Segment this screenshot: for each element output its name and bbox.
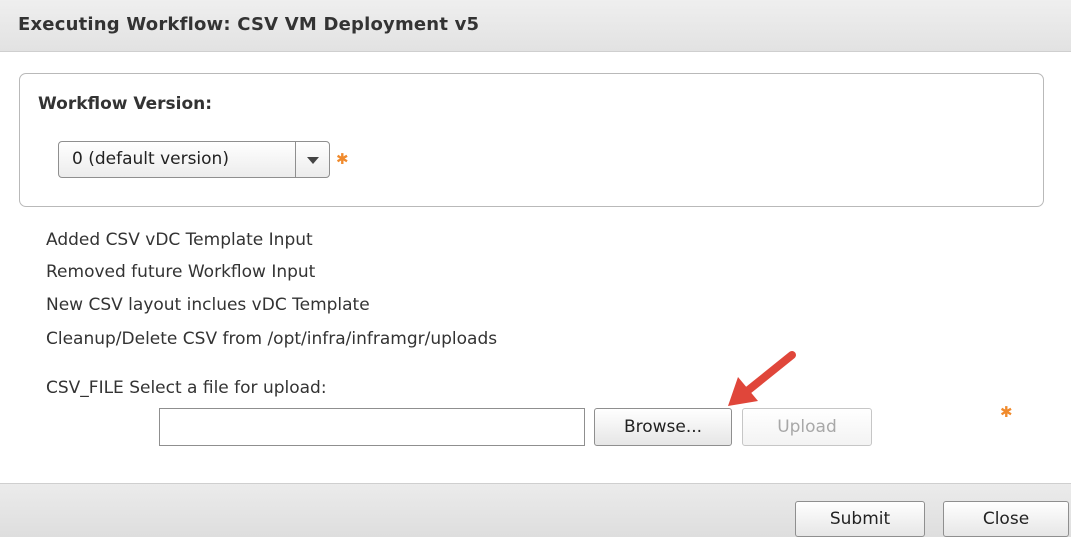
dialog-footer: Submit Close <box>0 483 1071 537</box>
close-button[interactable]: Close <box>943 501 1069 537</box>
browse-button[interactable]: Browse... <box>594 408 732 446</box>
submit-button[interactable]: Submit <box>795 501 925 537</box>
csv-file-label: CSV_FILE Select a file for upload: <box>46 378 327 398</box>
dialog-title: Executing Workflow: CSV VM Deployment v5 <box>18 14 480 35</box>
description-line: New CSV layout inclues vDC Template <box>46 295 370 315</box>
workflow-version-value: 0 (default version) <box>72 149 229 169</box>
description-line: Added CSV vDC Template Input <box>46 230 313 250</box>
asterisk-icon: ✱ <box>1000 403 1013 421</box>
description-line: Removed future Workflow Input <box>46 262 316 282</box>
asterisk-icon: ✱ <box>336 150 349 168</box>
csv-file-path-input[interactable] <box>159 408 585 446</box>
dialog-titlebar: Executing Workflow: CSV VM Deployment v5 <box>0 0 1071 52</box>
select-divider <box>295 142 296 177</box>
arrow-annotation-icon <box>728 351 796 406</box>
chevron-down-icon[interactable] <box>307 157 319 164</box>
workflow-version-label: Workflow Version: <box>38 94 213 114</box>
description-line: Cleanup/Delete CSV from /opt/infra/infra… <box>46 329 498 349</box>
workflow-version-select[interactable]: 0 (default version) <box>58 141 330 178</box>
workflow-version-panel: Workflow Version: 0 (default version) ✱ <box>19 73 1044 207</box>
